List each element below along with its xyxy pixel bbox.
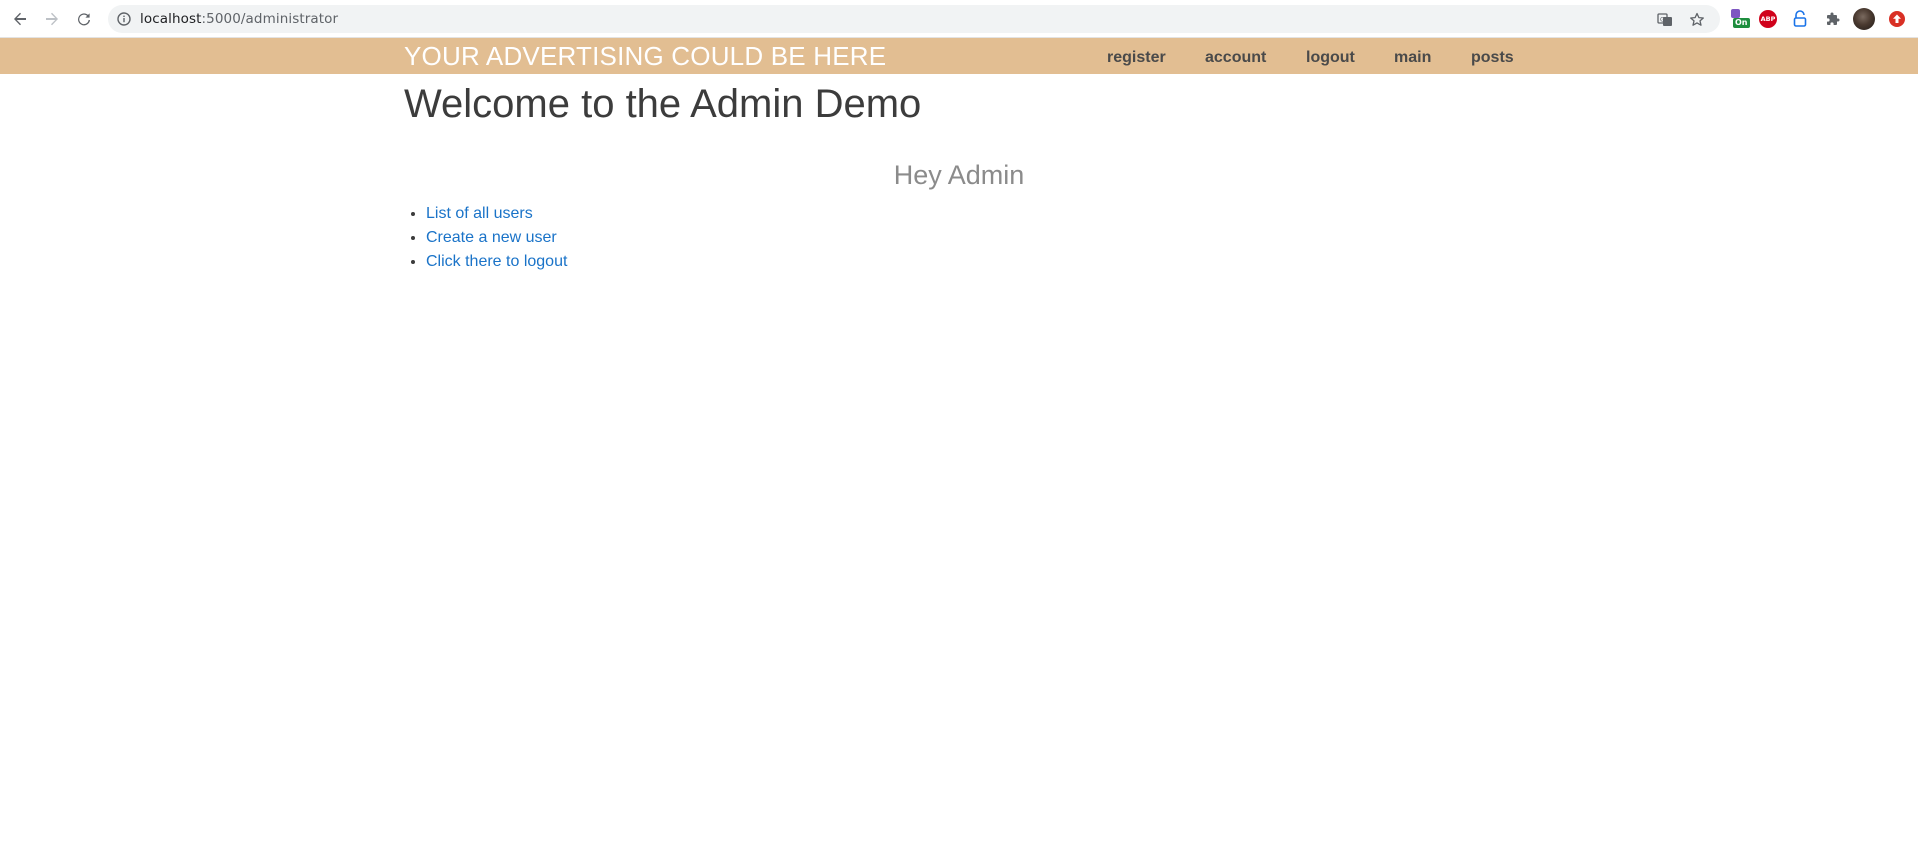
admin-greeting: Hey Admin — [893, 160, 1025, 190]
nav-logout-link[interactable]: logout — [1306, 49, 1355, 67]
list-item: List of all users — [426, 202, 567, 226]
profile-avatar[interactable] — [1853, 8, 1875, 30]
create-user-link[interactable]: Create a new user — [426, 229, 557, 246]
site-nav: register account logout main posts — [0, 49, 1918, 69]
site-header: YOUR ADVERTISING COULD BE HERE register … — [0, 38, 1918, 74]
adblock-icon[interactable]: ABP — [1757, 8, 1779, 30]
extension-on-icon[interactable]: On — [1728, 8, 1750, 30]
star-icon[interactable] — [1689, 12, 1705, 28]
logout-link[interactable]: Click there to logout — [426, 253, 567, 270]
nav-account-link[interactable]: account — [1205, 49, 1266, 67]
url-path: :5000/administrator — [201, 11, 339, 27]
admin-links-list: List of all users Create a new user Clic… — [404, 202, 567, 274]
nav-posts-link[interactable]: posts — [1471, 49, 1514, 67]
browser-toolbar: localhost:5000/administrator G On ABP — [0, 0, 1918, 38]
nav-register-link[interactable]: register — [1107, 49, 1166, 67]
list-users-link[interactable]: List of all users — [426, 205, 533, 222]
reload-icon[interactable] — [72, 7, 96, 31]
list-item: Click there to logout — [426, 250, 567, 274]
puzzle-icon[interactable] — [1822, 8, 1844, 30]
page-title: Welcome to the Admin Demo — [404, 82, 922, 126]
nav-main-link[interactable]: main — [1394, 49, 1431, 67]
forward-arrow-icon[interactable] — [40, 7, 64, 31]
update-icon[interactable] — [1886, 8, 1908, 30]
url-host: localhost — [140, 11, 202, 27]
svg-text:G: G — [1660, 17, 1665, 24]
address-bar[interactable]: localhost:5000/administrator G — [108, 5, 1720, 33]
avatar — [1853, 8, 1875, 30]
lock-extension-icon[interactable] — [1789, 8, 1811, 30]
adblock-label: ABP — [1759, 10, 1777, 28]
back-arrow-icon[interactable] — [8, 7, 32, 31]
extension-on-badge: On — [1733, 18, 1750, 28]
list-item: Create a new user — [426, 226, 567, 250]
url-text: localhost:5000/administrator — [140, 11, 338, 27]
translate-icon[interactable]: G — [1657, 12, 1673, 28]
info-icon[interactable] — [117, 12, 131, 26]
